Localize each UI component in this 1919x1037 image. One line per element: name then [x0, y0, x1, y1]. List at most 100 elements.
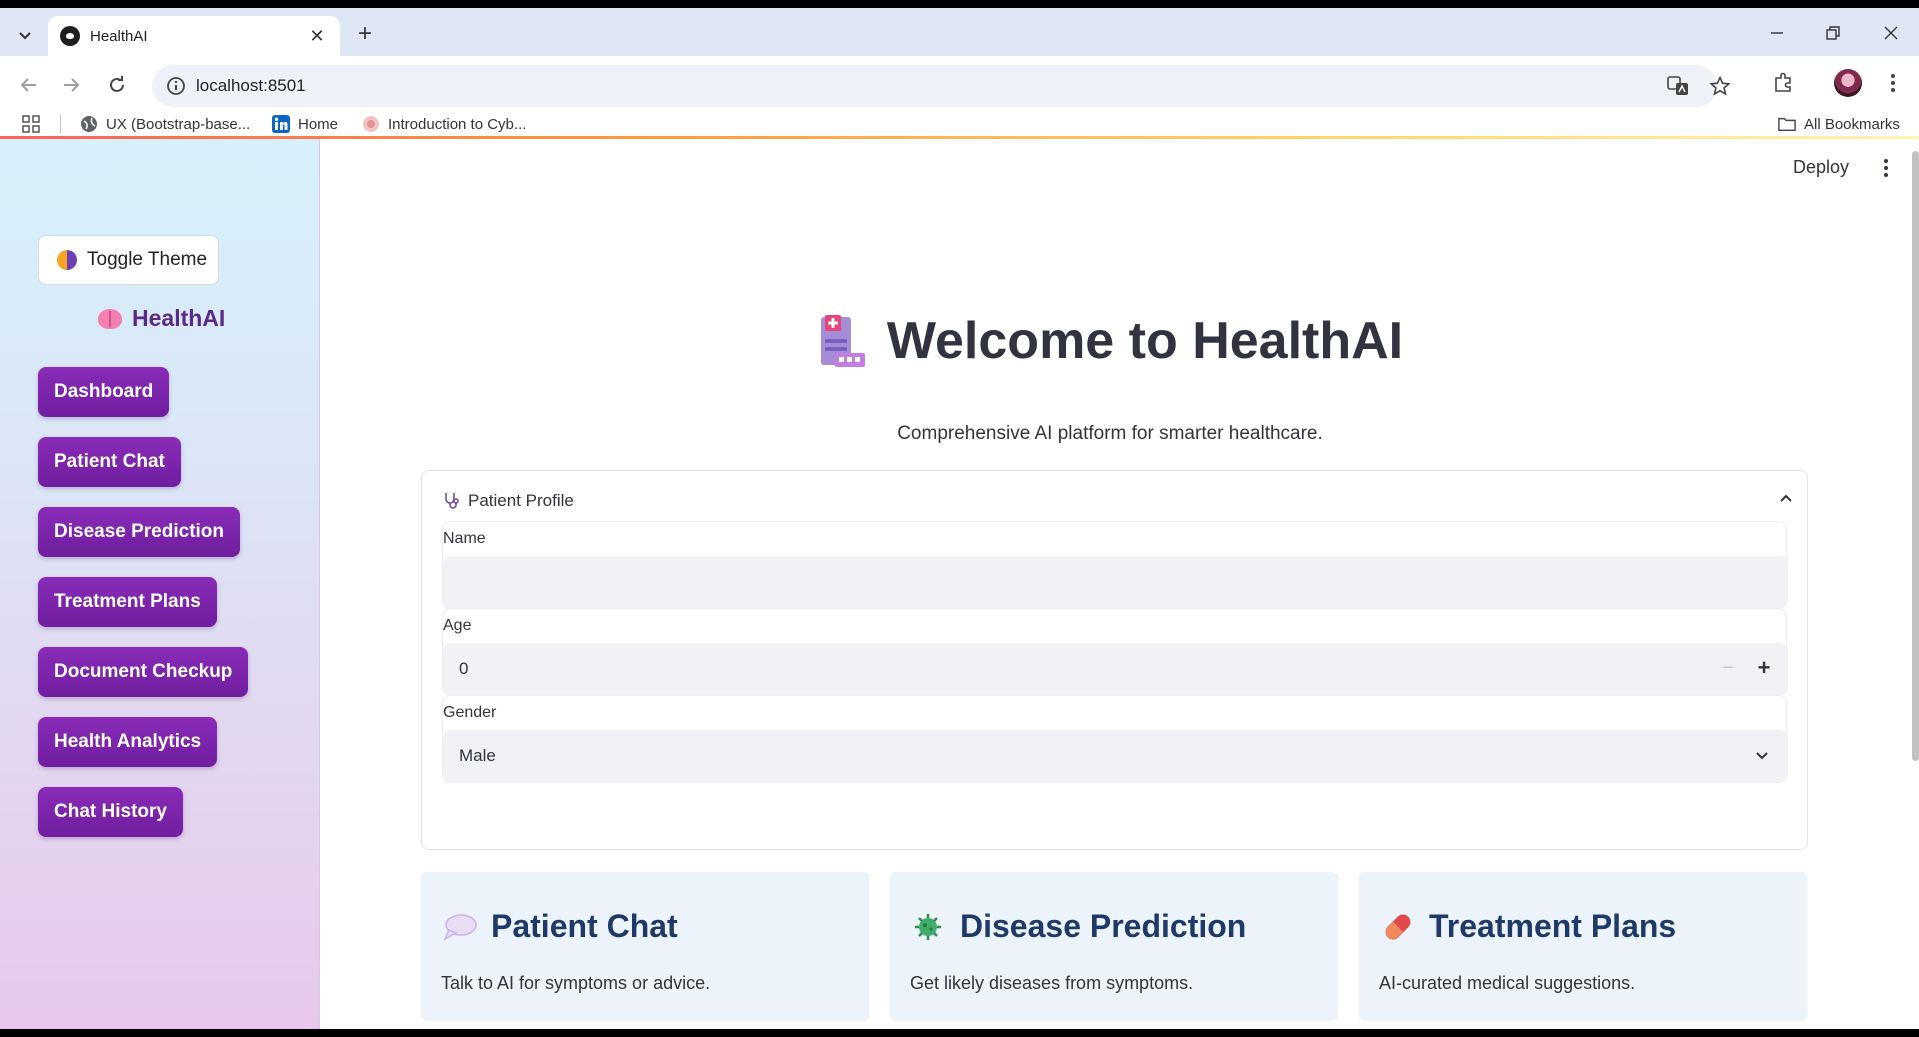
- tab-title: HealthAI: [90, 27, 148, 45]
- hospital-icon: [820, 315, 865, 367]
- card-title: Disease Prediction: [912, 908, 1246, 945]
- brain-icon: [98, 308, 122, 329]
- pill-icon: [1385, 914, 1411, 939]
- address-bar[interactable]: localhost:8501: [152, 65, 1730, 107]
- card-title-text: Disease Prediction: [960, 908, 1247, 944]
- favicon-icon: [60, 26, 80, 46]
- star-icon[interactable]: [1709, 75, 1731, 97]
- age-label: Age: [443, 617, 472, 634]
- card-description: Get likely diseases from symptoms.: [910, 973, 1194, 993]
- globe-icon: [80, 115, 98, 133]
- translate-icon[interactable]: [1667, 75, 1689, 97]
- extensions-icon[interactable]: [1770, 70, 1796, 96]
- name-input[interactable]: [443, 556, 1788, 608]
- toggle-theme-label: Toggle Theme: [87, 249, 208, 270]
- restore-icon: [1826, 26, 1840, 40]
- speech-bubble-icon: [443, 913, 477, 941]
- minimize-icon: [1771, 32, 1783, 34]
- main-content: Deploy Welcome to HealthAI Comprehensive…: [320, 139, 1919, 1029]
- nav-patient-chat[interactable]: Patient Chat: [38, 437, 181, 487]
- gender-label: Gender: [443, 704, 497, 721]
- tab-search-button[interactable]: [8, 20, 42, 50]
- browser-toolbar: localhost:8501 UX (Bootstrap-base... Hom…: [0, 56, 1919, 136]
- app-menu-icon[interactable]: [1876, 155, 1896, 181]
- bookmark-label: Introduction to Cyb...: [388, 115, 527, 133]
- arrow-left-icon: [20, 78, 36, 92]
- chevron-up-icon[interactable]: [1777, 489, 1795, 507]
- all-bookmarks-button[interactable]: All Bookmarks: [1778, 112, 1900, 136]
- card-title-text: Treatment Plans: [1429, 908, 1677, 944]
- bookmark-ux[interactable]: UX (Bootstrap-base...: [80, 112, 250, 136]
- hero: Welcome to HealthAI: [320, 311, 1900, 371]
- nav-treatment-plans[interactable]: Treatment Plans: [38, 577, 217, 627]
- sidebar: Toggle Theme HealthAI Dashboard Patient …: [0, 139, 320, 1029]
- sidebar-brand: HealthAI: [98, 305, 225, 332]
- bookmark-divider: [60, 115, 61, 133]
- age-field: Age 0 − +: [442, 608, 1788, 696]
- url-text: localhost:8501: [196, 76, 306, 95]
- reload-button[interactable]: [102, 70, 132, 100]
- feature-card-disease-prediction: Disease Prediction Get likely diseases f…: [890, 872, 1338, 1020]
- microbe-icon: [915, 913, 941, 940]
- apps-button[interactable]: [22, 112, 40, 136]
- scrollbar-thumb[interactable]: [1912, 151, 1919, 761]
- nav-document-checkup[interactable]: Document Checkup: [38, 647, 249, 697]
- close-icon[interactable]: ✕: [306, 26, 328, 47]
- restore-button[interactable]: [1818, 22, 1848, 44]
- half-moon-icon: [57, 250, 77, 270]
- card-title: Treatment Plans: [1381, 908, 1676, 945]
- tab-strip: HealthAI ✕ +: [0, 8, 1919, 56]
- all-bookmarks-label: All Bookmarks: [1804, 115, 1900, 133]
- new-tab-button[interactable]: +: [352, 22, 378, 46]
- nav-dashboard[interactable]: Dashboard: [38, 367, 170, 417]
- toggle-theme-button[interactable]: Toggle Theme: [38, 235, 219, 285]
- folder-icon: [1778, 115, 1796, 133]
- chevron-down-icon: [1752, 746, 1772, 766]
- expander-title: Patient Profile: [468, 491, 574, 510]
- stethoscope-icon: [442, 491, 462, 511]
- bookmark-home[interactable]: Home: [272, 112, 338, 136]
- browser-tab[interactable]: HealthAI ✕: [48, 16, 340, 56]
- minimize-button[interactable]: [1762, 22, 1792, 44]
- profile-avatar[interactable]: [1834, 69, 1862, 97]
- chevron-down-icon: [19, 32, 31, 40]
- age-increment-button[interactable]: +: [1754, 657, 1774, 679]
- nav-chat-history[interactable]: Chat History: [38, 787, 183, 837]
- nav-disease-prediction[interactable]: Disease Prediction: [38, 507, 241, 557]
- age-stepper[interactable]: 0 − +: [443, 643, 1788, 695]
- gender-value: Male: [459, 746, 496, 765]
- page-title: Welcome to HealthAI: [886, 312, 1404, 370]
- linkedin-icon: [272, 115, 290, 133]
- age-decrement-button[interactable]: −: [1718, 658, 1738, 678]
- scrollbar[interactable]: [1910, 139, 1919, 1029]
- bookmark-label: UX (Bootstrap-base...: [106, 115, 251, 133]
- back-button[interactable]: [14, 70, 44, 100]
- gender-field: Gender Male: [442, 695, 1788, 783]
- name-field: Name: [442, 521, 1788, 609]
- nav-health-analytics[interactable]: Health Analytics: [38, 717, 218, 767]
- forward-button[interactable]: [56, 70, 86, 100]
- age-value: 0: [459, 659, 469, 678]
- card-description: AI-curated medical suggestions.: [1379, 973, 1636, 993]
- course-icon: [362, 115, 380, 133]
- gender-select[interactable]: Male: [443, 730, 1788, 782]
- close-window-button[interactable]: [1876, 22, 1906, 44]
- app-viewport: Toggle Theme HealthAI Dashboard Patient …: [0, 139, 1919, 1029]
- deploy-button[interactable]: Deploy: [1793, 157, 1849, 178]
- kebab-menu-icon[interactable]: [1880, 70, 1906, 96]
- expander-header[interactable]: Patient Profile: [442, 491, 574, 511]
- bookmark-label: Home: [298, 115, 339, 133]
- close-icon: [1884, 26, 1898, 40]
- feature-card-patient-chat: Patient Chat Talk to AI for symptoms or …: [421, 872, 869, 1020]
- arrow-right-icon: [64, 78, 80, 92]
- patient-profile-expander: Patient Profile Name Age 0 − + Gender Ma…: [421, 470, 1808, 850]
- browser-window: HealthAI ✕ + localhost:8501 UX (Bootstra…: [0, 8, 1919, 1029]
- brand-label: HealthAI: [132, 305, 226, 331]
- reload-icon: [110, 76, 124, 92]
- card-description: Talk to AI for symptoms or advice.: [441, 973, 711, 993]
- site-info-icon[interactable]: [166, 76, 186, 96]
- page-subtitle: Comprehensive AI platform for smarter he…: [897, 423, 1323, 444]
- feature-card-treatment-plans: Treatment Plans AI-curated medical sugge…: [1359, 872, 1807, 1020]
- apps-grid-icon: [22, 115, 40, 133]
- bookmark-cyber[interactable]: Introduction to Cyb...: [362, 112, 526, 136]
